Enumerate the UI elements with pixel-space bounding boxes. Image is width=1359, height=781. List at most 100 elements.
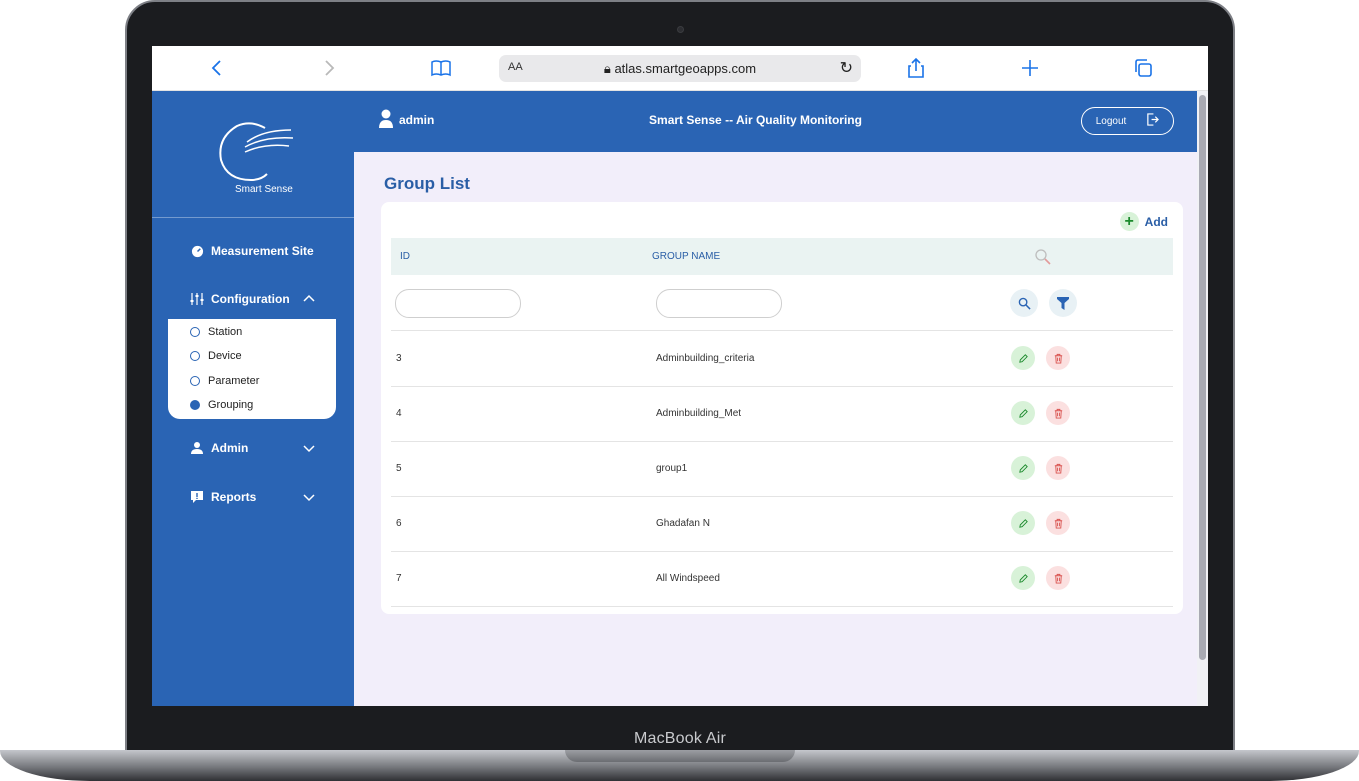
- user-icon: [190, 441, 204, 455]
- row-id: 6: [396, 518, 402, 529]
- url-label: atlas.smartgeoapps.com: [614, 61, 757, 76]
- address-bar[interactable]: AA 🔒︎ atlas.smartgeoapps.com ↻: [499, 55, 861, 82]
- gauge-icon: [190, 244, 204, 258]
- back-icon[interactable]: [205, 56, 229, 80]
- search-icon: [1018, 297, 1031, 310]
- logo-text: Smart Sense: [235, 184, 293, 195]
- delete-button[interactable]: [1046, 401, 1070, 425]
- pencil-icon: [1018, 518, 1028, 528]
- column-header-id[interactable]: ID: [400, 251, 410, 262]
- main-content: Group List + Add ID GROUP NAME 3 Adminbu…: [354, 152, 1197, 706]
- bookmarks-icon[interactable]: [429, 56, 453, 80]
- search-button[interactable]: [1010, 289, 1038, 317]
- edit-button[interactable]: [1011, 346, 1035, 370]
- row-group-name: group1: [656, 463, 688, 474]
- radio-icon: [190, 327, 200, 337]
- sidebar-divider: [152, 217, 354, 218]
- table-row: 5 group1: [391, 442, 1173, 497]
- configuration-submenu: Station Device Parameter Grouping: [168, 319, 336, 419]
- edit-button[interactable]: [1011, 566, 1035, 590]
- edit-button[interactable]: [1011, 401, 1035, 425]
- submenu-item-label: Grouping: [208, 399, 254, 411]
- lock-icon: 🔒︎: [603, 61, 611, 76]
- plus-icon: +: [1119, 212, 1139, 231]
- forward-icon[interactable]: [317, 56, 341, 80]
- group-list-card: + Add ID GROUP NAME 3 Adminbuilding_crit…: [381, 202, 1183, 614]
- sidebar-item-configuration[interactable]: Configuration: [190, 292, 290, 306]
- radio-icon: [190, 351, 200, 361]
- submenu-item-label: Station: [208, 326, 243, 338]
- row-id: 7: [396, 573, 402, 584]
- search-icon[interactable]: [1034, 248, 1052, 271]
- radio-selected-icon: [190, 400, 200, 410]
- filter-icon: [1057, 296, 1069, 310]
- table-header: ID GROUP NAME: [391, 238, 1173, 275]
- sidebar-item-reports[interactable]: Reports: [190, 490, 256, 504]
- filter-button[interactable]: [1049, 289, 1077, 317]
- pencil-icon: [1018, 573, 1028, 583]
- row-group-name: Adminbuilding_Met: [656, 408, 742, 419]
- trash-icon: [1054, 518, 1062, 529]
- trash-icon: [1054, 573, 1062, 584]
- trash-icon: [1054, 353, 1062, 364]
- trash-icon: [1054, 408, 1062, 419]
- sidebar-item-label: Admin: [211, 441, 249, 455]
- table-row: 7 All Windspeed: [391, 552, 1173, 607]
- sidebar-item-label: Reports: [211, 490, 257, 504]
- delete-button[interactable]: [1046, 566, 1070, 590]
- submenu-item-parameter[interactable]: Parameter: [190, 375, 259, 387]
- row-id: 5: [396, 463, 402, 474]
- trash-icon: [1054, 463, 1062, 474]
- delete-button[interactable]: [1046, 511, 1070, 535]
- alert-icon: [190, 490, 204, 504]
- screen: AA 🔒︎ atlas.smartgeoapps.com ↻ Smart Sen…: [152, 46, 1208, 706]
- submenu-item-grouping[interactable]: Grouping: [190, 399, 253, 411]
- pencil-icon: [1018, 463, 1028, 473]
- logout-icon: [1146, 113, 1160, 129]
- delete-button[interactable]: [1046, 346, 1070, 370]
- table-row: 6 Ghadafan N: [391, 497, 1173, 552]
- logout-label: Logout: [1095, 115, 1127, 127]
- scrollbar-thumb[interactable]: [1199, 95, 1206, 660]
- app-title: Smart Sense -- Air Quality Monitoring: [649, 113, 862, 127]
- logout-button[interactable]: Logout: [1081, 107, 1174, 135]
- submenu-item-station[interactable]: Station: [190, 326, 242, 338]
- smart-sense-logo: Smart Sense: [207, 116, 307, 195]
- sidebar-item-measurement-site[interactable]: Measurement Site: [190, 244, 314, 258]
- column-header-group-name[interactable]: GROUP NAME: [652, 251, 720, 262]
- sidebar-item-label: Configuration: [211, 292, 290, 306]
- row-id: 3: [396, 353, 402, 364]
- id-filter-input[interactable]: [395, 289, 521, 318]
- share-icon[interactable]: [904, 56, 928, 80]
- chevron-up-icon[interactable]: [302, 292, 316, 309]
- scrollbar[interactable]: [1197, 91, 1208, 706]
- app-header: admin Smart Sense -- Air Quality Monitor…: [354, 91, 1197, 152]
- sidebar-item-admin[interactable]: Admin: [190, 441, 248, 455]
- group-name-filter-input[interactable]: [656, 289, 782, 318]
- edit-button[interactable]: [1011, 511, 1035, 535]
- delete-button[interactable]: [1046, 456, 1070, 480]
- device-label: MacBook Air: [633, 730, 726, 747]
- page-title: Group List: [384, 174, 470, 193]
- tabs-icon[interactable]: [1131, 56, 1155, 80]
- submenu-item-label: Device: [208, 350, 242, 362]
- submenu-item-device[interactable]: Device: [190, 350, 242, 362]
- chevron-down-icon[interactable]: [302, 490, 316, 507]
- row-group-name: Adminbuilding_criteria: [656, 353, 755, 364]
- add-button[interactable]: + Add: [1119, 212, 1168, 231]
- edit-button[interactable]: [1011, 456, 1035, 480]
- sliders-icon: [190, 292, 204, 306]
- submenu-item-label: Parameter: [208, 375, 260, 387]
- browser-toolbar: AA 🔒︎ atlas.smartgeoapps.com ↻: [152, 46, 1208, 91]
- chevron-down-icon[interactable]: [302, 441, 316, 458]
- add-label: Add: [1144, 214, 1168, 229]
- filter-row: [391, 275, 1173, 331]
- camera-icon: [677, 26, 684, 33]
- reload-icon[interactable]: ↻: [840, 58, 853, 78]
- row-group-name: Ghadafan N: [656, 518, 710, 529]
- sidebar: Smart Sense Measurement Site Configurati…: [152, 91, 354, 706]
- table-row: 4 Adminbuilding_Met: [391, 387, 1173, 442]
- pencil-icon: [1018, 408, 1028, 418]
- new-tab-icon[interactable]: [1018, 56, 1042, 80]
- row-group-name: All Windspeed: [656, 573, 720, 584]
